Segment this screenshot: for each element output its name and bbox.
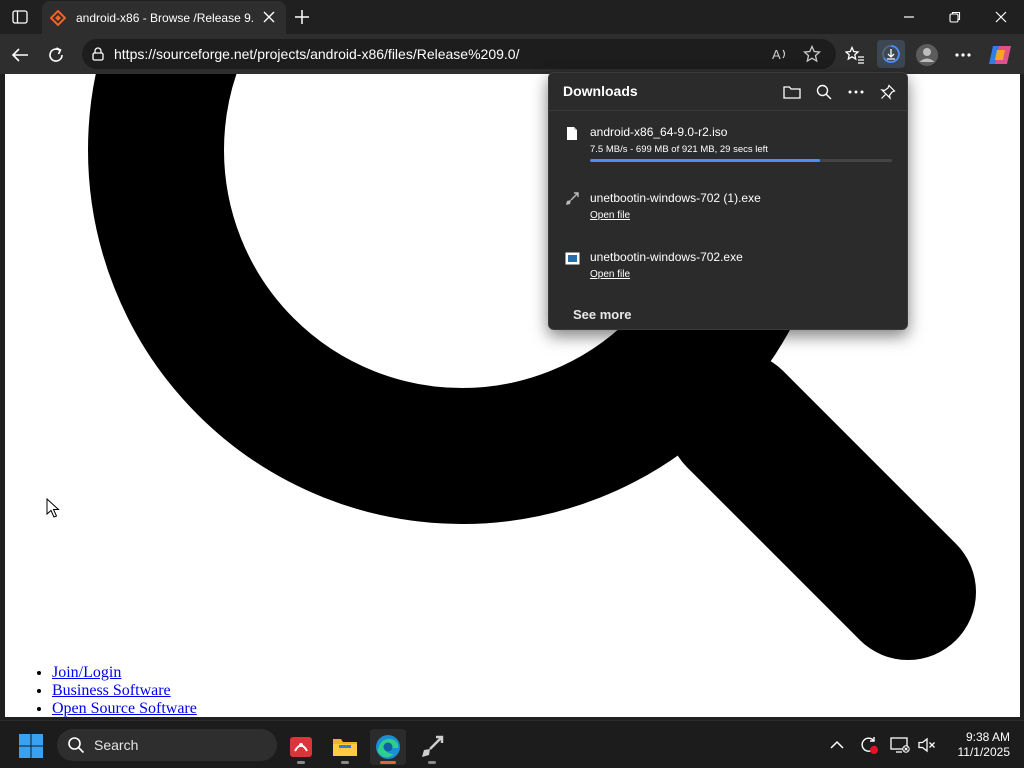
address-bar[interactable]: https://sourceforge.net/projects/android… — [82, 39, 836, 69]
new-tab-button[interactable] — [292, 7, 312, 27]
business-software-link[interactable]: Business Software — [52, 682, 171, 699]
list-item: Open Source Software — [52, 700, 197, 717]
game-app-icon — [290, 737, 312, 757]
list-item: Business Software — [52, 682, 197, 700]
close-window-button[interactable] — [986, 6, 1016, 28]
chevron-up-icon[interactable] — [827, 735, 847, 755]
download-progress-icon — [882, 45, 900, 63]
tab-actions-icon — [12, 10, 28, 24]
downloads-title: Downloads — [563, 83, 638, 99]
copilot-icon — [989, 46, 1011, 64]
installer-icon — [564, 250, 580, 266]
folder-icon — [333, 739, 357, 756]
unetbootin-icon — [564, 191, 580, 207]
pin-icon[interactable] — [878, 82, 898, 102]
open-source-software-link[interactable]: Open Source Software — [52, 700, 197, 717]
download-progress-bar — [590, 159, 892, 162]
see-more-link[interactable]: See more — [573, 307, 632, 322]
restore-button[interactable] — [940, 6, 970, 28]
avatar-icon — [916, 44, 938, 66]
taskbar-search-box[interactable]: Search — [57, 729, 277, 761]
profile-button[interactable] — [914, 42, 940, 68]
downloads-panel: Downloads android-x86_64-9.0-r2.iso 7.5 … — [548, 72, 908, 330]
taskbar-app-game[interactable] — [283, 729, 319, 765]
plus-icon — [295, 10, 309, 24]
download-item[interactable]: unetbootin-windows-702 (1).exe Open file — [549, 191, 907, 243]
more-dots-icon — [955, 53, 971, 57]
refresh-button[interactable] — [43, 42, 69, 68]
open-folder-icon[interactable] — [782, 82, 802, 102]
refresh-icon — [49, 47, 63, 62]
tab-title: android-x86 - Browse /Release 9.0/ — [76, 10, 254, 25]
join-login-link[interactable]: Join/Login — [52, 664, 121, 681]
browser-toolbar: https://sourceforge.net/projects/android… — [0, 34, 1024, 74]
favorites-icon — [845, 46, 864, 64]
mouse-cursor-icon — [46, 498, 60, 518]
divider — [549, 110, 907, 111]
unetbootin-app-icon — [422, 735, 444, 757]
windows-start-icon[interactable] — [18, 733, 44, 759]
close-icon — [995, 11, 1007, 23]
taskbar-app-edge[interactable] — [370, 729, 406, 765]
search-placeholder: Search — [94, 737, 139, 753]
settings-more-button[interactable] — [950, 42, 976, 68]
edge-browser-icon — [376, 735, 400, 759]
sourceforge-favicon-icon — [50, 9, 66, 26]
tab-close-icon[interactable] — [262, 10, 276, 24]
minimize-button[interactable] — [894, 6, 924, 28]
list-item: Join/Login — [52, 664, 197, 682]
clock-date: 11/1/2025 — [957, 745, 1011, 759]
sync-alert-icon[interactable] — [859, 735, 879, 755]
lock-icon[interactable] — [90, 46, 106, 62]
restore-icon — [949, 11, 961, 23]
download-item[interactable]: android-x86_64-9.0-r2.iso 7.5 MB/s - 699… — [549, 125, 907, 177]
download-progress-fill — [590, 159, 820, 162]
downloads-button[interactable] — [877, 40, 905, 68]
title-bar: android-x86 - Browse /Release 9.0/ — [0, 0, 1024, 34]
taskbar-app-unetbootin[interactable] — [414, 729, 450, 765]
search-downloads-icon[interactable] — [814, 82, 834, 102]
volume-muted-icon[interactable] — [917, 735, 937, 755]
download-filename: unetbootin-windows-702 (1).exe — [590, 191, 761, 205]
open-file-link[interactable]: Open file — [590, 269, 630, 280]
url-text[interactable]: https://sourceforge.net/projects/android… — [114, 46, 519, 62]
download-status: 7.5 MB/s - 699 MB of 921 MB, 29 secs lef… — [590, 144, 768, 155]
tab-actions-button[interactable] — [8, 6, 32, 28]
open-file-link[interactable]: Open file — [590, 210, 630, 221]
file-icon — [564, 125, 580, 141]
copilot-button[interactable] — [987, 42, 1013, 68]
back-arrow-icon — [11, 48, 28, 62]
running-indicator — [341, 761, 349, 764]
running-indicator — [428, 761, 436, 764]
system-clock[interactable]: 9:38 AM 11/1/2025 — [940, 730, 1011, 760]
taskbar: Search 9:38 AM 11/1/2025 — [0, 720, 1024, 768]
download-filename: android-x86_64-9.0-r2.iso — [590, 125, 728, 139]
more-options-icon[interactable] — [846, 82, 866, 102]
minimize-icon — [904, 16, 914, 18]
page-link-list: Join/Login Business Software Open Source… — [52, 664, 197, 717]
favorites-button[interactable] — [842, 42, 868, 68]
svg-text:A: A — [772, 47, 781, 62]
back-button[interactable] — [7, 42, 33, 68]
taskbar-app-file-explorer[interactable] — [327, 729, 363, 765]
download-item[interactable]: unetbootin-windows-702.exe Open file — [549, 250, 907, 302]
favorite-star-icon[interactable] — [802, 44, 822, 64]
running-indicator — [297, 761, 305, 764]
active-indicator — [380, 761, 396, 764]
download-filename: unetbootin-windows-702.exe — [590, 250, 743, 264]
tab-active[interactable]: android-x86 - Browse /Release 9.0/ — [42, 1, 286, 34]
network-icon[interactable] — [890, 735, 910, 755]
read-aloud-icon[interactable]: A — [770, 44, 790, 64]
search-icon — [68, 737, 85, 754]
clock-time: 9:38 AM — [965, 730, 1010, 744]
